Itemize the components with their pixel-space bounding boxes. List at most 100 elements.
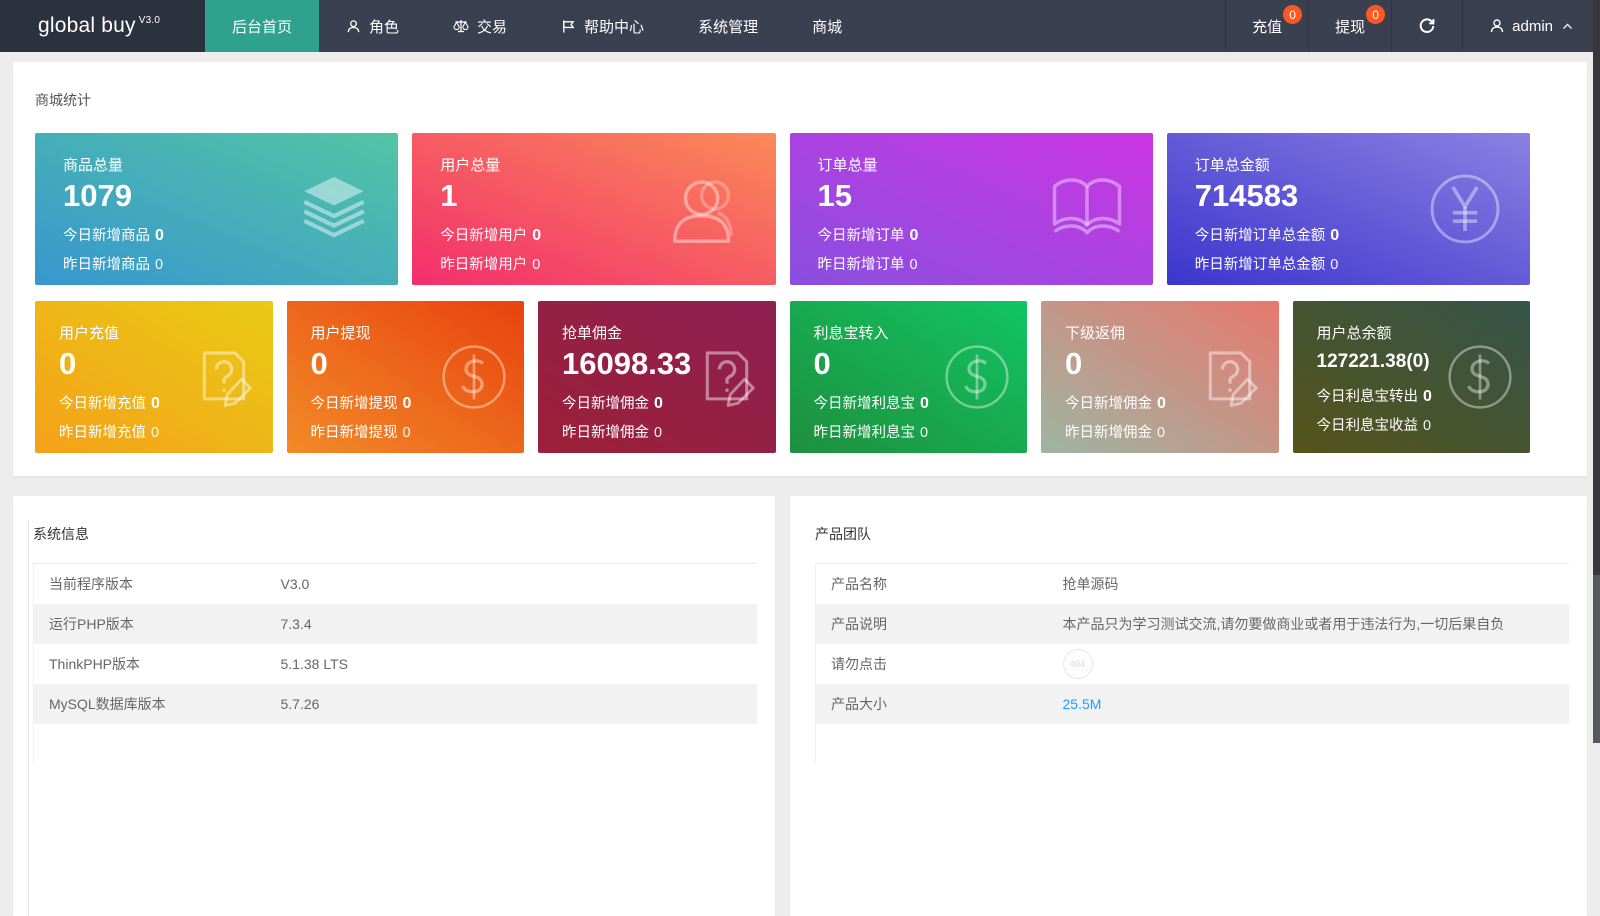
row-value: 本产品只为学习测试交流,请勿要做商业或者用于违法行为,一切后果自负 bbox=[1048, 604, 1570, 644]
stat-yesterday-value: 0 bbox=[403, 425, 411, 441]
system-info-title: 系统信息 bbox=[33, 524, 757, 544]
stat-card-total-products[interactable]: 商品总量 1079 今日新增商品0 昨日新增商品0 bbox=[35, 133, 398, 285]
nav-item-label: 系统管理 bbox=[698, 16, 758, 37]
stats-cards-row2: 用户充值 0 今日新增充值0 昨日新增充值0 用户提现 0 今日新增提现0 昨日… bbox=[35, 301, 1530, 453]
top-navbar: global buy V3.0 后台首页 角色 交易 帮助中心 系统管理 商城 … bbox=[0, 0, 1600, 52]
app-logo: global buy V3.0 bbox=[0, 0, 205, 52]
stat-today-label: 今日新增订单 bbox=[818, 228, 905, 244]
nav-item-system-admin[interactable]: 系统管理 bbox=[671, 0, 785, 52]
table-row-partial bbox=[34, 724, 758, 764]
stat-today-label: 今日新增用户 bbox=[440, 228, 527, 244]
nav-item-trade[interactable]: 交易 bbox=[426, 0, 534, 52]
stat-card-total-users[interactable]: 用户总量 1 今日新增用户0 昨日新增用户0 bbox=[412, 133, 775, 285]
vertical-scrollbar[interactable] bbox=[1593, 0, 1600, 743]
stat-yesterday-value: 0 bbox=[654, 425, 662, 441]
bottom-panels: 系统信息 当前程序版本 V3.0 运行PHP版本 7.3.4 ThinkPHP版… bbox=[13, 496, 1587, 916]
row-label: 产品名称 bbox=[816, 564, 1048, 604]
stat-card-downline-rebate[interactable]: 下级返佣 0 今日新增佣金0 昨日新增佣金0 bbox=[1041, 301, 1279, 453]
withdraw-label: 提现 bbox=[1335, 16, 1365, 37]
yen-circle-icon bbox=[1426, 170, 1504, 248]
withdraw-button[interactable]: 提现 0 bbox=[1308, 0, 1391, 52]
dollar-circle-icon bbox=[1444, 341, 1516, 413]
recharge-badge: 0 bbox=[1283, 5, 1302, 24]
stat-yesterday-value: 0 bbox=[532, 257, 540, 273]
stat-yesterday-label: 昨日新增提现 bbox=[311, 425, 398, 441]
row-label: 当前程序版本 bbox=[34, 564, 266, 604]
navbar-right: 充值 0 提现 0 admin bbox=[1225, 0, 1600, 52]
table-row: ThinkPHP版本 5.1.38 LTS bbox=[34, 644, 758, 684]
nav-item-roles[interactable]: 角色 bbox=[319, 0, 426, 52]
stats-cards-row1: 商品总量 1079 今日新增商品0 昨日新增商品0 用户总量 1 今日新增用户0… bbox=[35, 133, 1530, 285]
nav-item-dashboard[interactable]: 后台首页 bbox=[205, 0, 319, 52]
product-size-link[interactable]: 25.5M bbox=[1063, 696, 1102, 712]
stat-card-user-recharge[interactable]: 用户充值 0 今日新增充值0 昨日新增充值0 bbox=[35, 301, 273, 453]
stat-today-value: 0 bbox=[403, 395, 412, 412]
logo-version: V3.0 bbox=[139, 15, 160, 26]
row-label: 产品大小 bbox=[816, 684, 1048, 724]
book-icon bbox=[1047, 169, 1127, 249]
table-row: 运行PHP版本 7.3.4 bbox=[34, 604, 758, 644]
row-label: 产品说明 bbox=[816, 604, 1048, 644]
nav-item-help-center[interactable]: 帮助中心 bbox=[534, 0, 671, 52]
stat-title: 用户提现 bbox=[311, 322, 517, 343]
mall-statistics-panel: 商城统计 商品总量 1079 今日新增商品0 昨日新增商品0 用户总量 1 今日… bbox=[13, 62, 1587, 476]
stat-title: 用户总余额 bbox=[1317, 322, 1523, 343]
stat-today-label: 今日新增佣金 bbox=[1065, 396, 1152, 412]
scrollbar-thumb[interactable] bbox=[1593, 0, 1600, 575]
user-menu[interactable]: admin bbox=[1462, 0, 1600, 52]
nav-item-label: 帮助中心 bbox=[584, 16, 644, 37]
stat-today-label: 今日新增利息宝 bbox=[814, 396, 916, 412]
stat-card-total-orders[interactable]: 订单总量 15 今日新增订单0 昨日新增订单0 bbox=[790, 133, 1153, 285]
table-row: 请勿点击 404 bbox=[816, 644, 1570, 684]
table-row: 产品大小 25.5M bbox=[816, 684, 1570, 724]
stat-yesterday-label: 昨日新增用户 bbox=[440, 257, 527, 273]
table-row: 产品说明 本产品只为学习测试交流,请勿要做商业或者用于违法行为,一切后果自负 bbox=[816, 604, 1570, 644]
row-value: 5.1.38 LTS bbox=[266, 644, 758, 684]
dollar-circle-icon bbox=[941, 341, 1013, 413]
user-icon bbox=[1489, 18, 1505, 34]
recharge-label: 充值 bbox=[1252, 16, 1282, 37]
stat-card-total-order-amount[interactable]: 订单总金额 714583 今日新增订单总金额0 昨日新增订单总金额0 bbox=[1167, 133, 1530, 285]
nav-item-mall[interactable]: 商城 bbox=[785, 0, 869, 52]
doc-question-icon bbox=[1195, 342, 1265, 412]
row-value: V3.0 bbox=[266, 564, 758, 604]
stat-yesterday-value: 0 bbox=[151, 425, 159, 441]
stat-yesterday-label: 昨日新增订单总金额 bbox=[1195, 257, 1326, 273]
stat-card-order-commission[interactable]: 抢单佣金 16098.33 今日新增佣金0 昨日新增佣金0 bbox=[538, 301, 776, 453]
stats-panel-title: 商城统计 bbox=[35, 90, 1530, 110]
table-row: 当前程序版本 V3.0 bbox=[34, 564, 758, 604]
stat-yesterday-value: 0 bbox=[1157, 425, 1165, 441]
row-value: 抢单源码 bbox=[1048, 564, 1570, 604]
stat-yesterday-value: 0 bbox=[155, 257, 163, 273]
row-label: 运行PHP版本 bbox=[34, 604, 266, 644]
system-info-table: 当前程序版本 V3.0 运行PHP版本 7.3.4 ThinkPHP版本 5.1… bbox=[33, 563, 757, 764]
product-team-table: 产品名称 抢单源码 产品说明 本产品只为学习测试交流,请勿要做商业或者用于违法行… bbox=[815, 563, 1569, 764]
refresh-button[interactable] bbox=[1391, 0, 1462, 52]
stat-yesterday-value: 0 bbox=[920, 425, 928, 441]
username: admin bbox=[1512, 18, 1553, 35]
stat-today-value: 0 bbox=[151, 395, 160, 412]
logo-text: global buy bbox=[38, 14, 136, 38]
row-value: 7.3.4 bbox=[266, 604, 758, 644]
stat-today-label: 今日新增充值 bbox=[59, 396, 146, 412]
stat-today-value: 0 bbox=[1157, 395, 1166, 412]
stat-yesterday-label: 今日利息宝收益 bbox=[1317, 418, 1419, 434]
stat-card-user-withdraw[interactable]: 用户提现 0 今日新增提现0 昨日新增提现0 bbox=[287, 301, 525, 453]
table-row: 产品名称 抢单源码 bbox=[816, 564, 1570, 604]
stat-card-user-total-balance[interactable]: 用户总余额 127221.38(0) 今日利息宝转出0 今日利息宝收益0 bbox=[1293, 301, 1531, 453]
recharge-button[interactable]: 充值 0 bbox=[1225, 0, 1308, 52]
row-label: MySQL数据库版本 bbox=[34, 684, 266, 724]
stat-title: 用户充值 bbox=[59, 322, 265, 343]
stat-title: 抢单佣金 bbox=[562, 322, 768, 343]
nav-item-label: 角色 bbox=[369, 16, 399, 37]
stat-today-value: 0 bbox=[155, 227, 164, 244]
stat-card-interest-transfer-in[interactable]: 利息宝转入 0 今日新增利息宝0 昨日新增利息宝0 bbox=[790, 301, 1028, 453]
table-row: MySQL数据库版本 5.7.26 bbox=[34, 684, 758, 724]
broken-image-404-badge: 404 bbox=[1063, 649, 1093, 679]
stat-today-value: 0 bbox=[920, 395, 929, 412]
stat-today-label: 今日新增订单总金额 bbox=[1195, 228, 1326, 244]
chevron-up-icon bbox=[1561, 20, 1574, 33]
users-icon bbox=[664, 166, 750, 252]
stat-today-label: 今日新增提现 bbox=[311, 396, 398, 412]
stat-yesterday-label: 昨日新增利息宝 bbox=[814, 425, 916, 441]
